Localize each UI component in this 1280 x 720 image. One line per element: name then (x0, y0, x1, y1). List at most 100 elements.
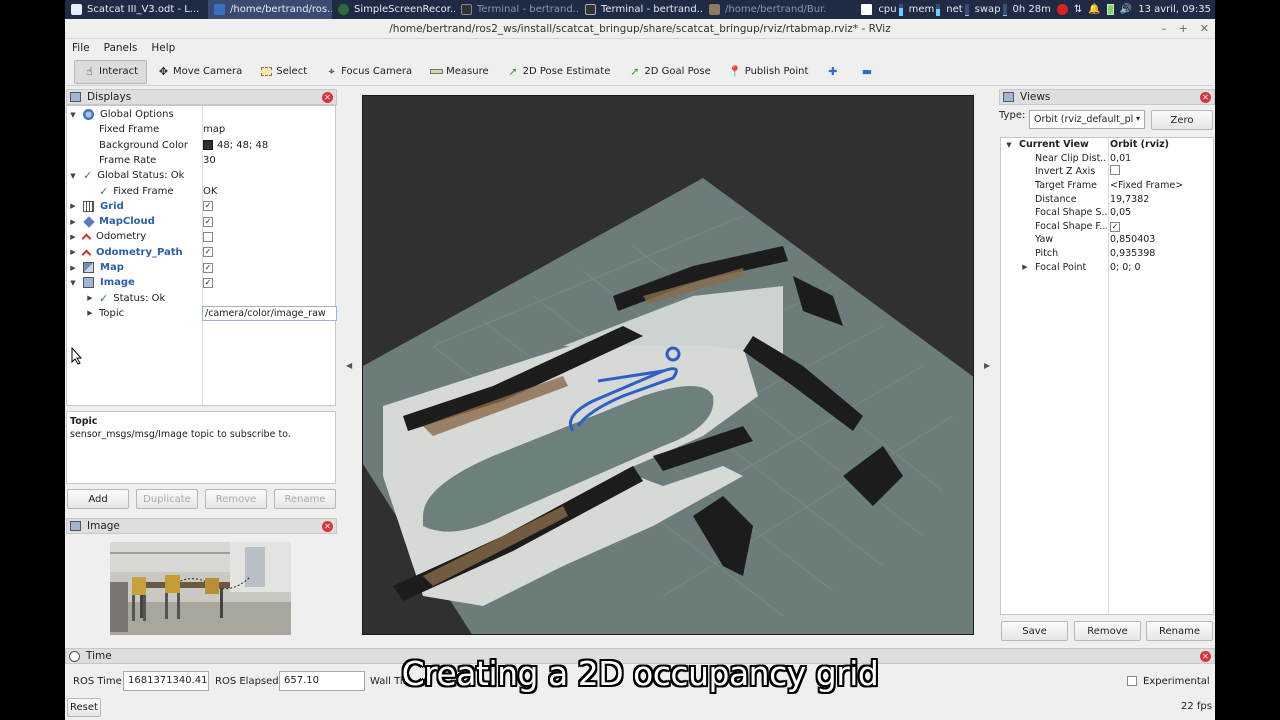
collapse-left-icon[interactable]: ◀ (346, 361, 352, 370)
view-property-row[interactable]: Pitch 0,935398 (1001, 247, 1215, 261)
display-row[interactable]: ▶ Topic/camera/color/image_raw (66, 305, 337, 321)
tool-2d-pose-estimate[interactable]: ➚ 2D Pose Estimate (499, 60, 619, 84)
collapse-arrow-icon[interactable]: ▼ (69, 172, 77, 180)
expand-arrow-icon[interactable]: ▶ (69, 264, 77, 272)
display-row[interactable]: ✓ Fixed Frame OK (66, 184, 336, 199)
display-row[interactable]: ▶ MapCloud ✓ (66, 214, 336, 229)
tool-measure[interactable]: Measure (422, 60, 497, 84)
view-property-row[interactable]: Invert Z Axis (1001, 165, 1215, 179)
clock-datetime[interactable]: 13 avril, 09:35 (1138, 4, 1211, 15)
display-row[interactable]: ▼ Image ✓ (66, 275, 336, 290)
expand-arrow-icon[interactable]: ▶ (86, 294, 94, 302)
expand-arrow-icon[interactable]: ▶ (69, 218, 77, 226)
view-property-row[interactable]: Distance 19,7382 (1001, 192, 1215, 206)
color-swatch[interactable] (203, 140, 213, 151)
view-property-row[interactable]: Near Clip Dist... 0,01 (1001, 152, 1215, 166)
save-view-button[interactable]: Save (1001, 621, 1068, 641)
display-row[interactable]: ▶ Odometry (66, 229, 336, 244)
display-value[interactable]: ✓ (203, 216, 213, 227)
display-row[interactable]: ▼ Global Options (66, 107, 336, 122)
enable-checkbox[interactable]: ✓ (203, 277, 213, 288)
expand-arrow-icon[interactable]: ▶ (69, 202, 77, 210)
expand-icon[interactable]: ▼ (1005, 141, 1013, 149)
display-value[interactable]: ✓ (203, 277, 213, 288)
expand-arrow-icon[interactable]: ▶ (69, 248, 77, 256)
tool-move-camera[interactable]: ✥ Move Camera (149, 60, 250, 84)
remove-view-button[interactable]: Remove (1074, 621, 1141, 641)
tool-select[interactable]: Select (252, 60, 315, 84)
display-row[interactable]: ▶ ✓ Status: Ok (66, 291, 336, 306)
add-button[interactable]: Add (67, 489, 129, 509)
image-panel-header: Image ✕ (66, 518, 337, 534)
view-type-select[interactable]: Orbit (rviz_default_pl ▾ (1029, 110, 1145, 129)
3d-viewport[interactable] (362, 95, 974, 635)
remove-tool-button[interactable]: ▬ (852, 60, 884, 84)
duplicate-button[interactable]: Duplicate (136, 489, 198, 509)
add-tool-button[interactable]: ✚ (818, 60, 850, 84)
record-icon[interactable] (1056, 4, 1068, 15)
rename-button[interactable]: Rename (274, 489, 336, 509)
network-icon[interactable]: ⇅ (1074, 4, 1082, 15)
collapse-arrow-icon[interactable]: ▼ (69, 279, 77, 287)
view-property-row[interactable]: Focal Shape S... 0,05 (1001, 206, 1215, 220)
taskbar-item-writer[interactable]: Scatcat III_V3.odt - L... (65, 0, 208, 19)
display-value[interactable]: /camera/color/image_raw (202, 305, 337, 321)
edit-icon[interactable] (861, 4, 873, 15)
maximize-icon[interactable]: + (1179, 19, 1188, 39)
view-property-row[interactable]: Focal Shape F... ✓ (1001, 220, 1215, 234)
close-icon[interactable]: ✕ (322, 521, 333, 532)
taskbar-item-files[interactable]: /home/bertrand/Bur... (703, 0, 827, 19)
expand-arrow-icon[interactable]: ▶ (86, 309, 94, 317)
collapse-arrow-icon[interactable]: ▼ (69, 111, 77, 119)
menu-panels[interactable]: Panels (104, 42, 138, 54)
taskbar-item-recorder[interactable]: SimpleScreenRecor... (332, 0, 455, 19)
tool-2d-goal-pose[interactable]: ➚ 2D Goal Pose (620, 60, 718, 84)
remove-button[interactable]: Remove (205, 489, 267, 509)
battery-icon[interactable] (1106, 4, 1114, 15)
display-value[interactable]: ✓ (203, 247, 213, 258)
display-row[interactable]: Fixed Frame map (66, 122, 336, 137)
enable-checkbox[interactable] (203, 231, 213, 242)
collapse-right-icon[interactable]: ▶ (984, 361, 990, 370)
expand-arrow-icon[interactable]: ▶ (1021, 263, 1029, 271)
close-icon[interactable]: ✕ (322, 92, 333, 103)
close-icon[interactable]: ✕ (1200, 19, 1209, 39)
rename-view-button[interactable]: Rename (1146, 621, 1213, 641)
expand-arrow-icon[interactable]: ▶ (69, 233, 77, 241)
display-row[interactable]: ▶ Odometry_Path ✓ (66, 245, 336, 260)
display-value[interactable] (203, 231, 213, 242)
enable-checkbox[interactable]: ✓ (203, 216, 213, 227)
view-checkbox[interactable] (1110, 165, 1120, 176)
view-property-row[interactable]: Yaw 0,850403 (1001, 233, 1215, 247)
display-row[interactable]: ▶ Map ✓ (66, 260, 336, 275)
enable-checkbox[interactable]: ✓ (203, 247, 213, 258)
tool-publish-point[interactable]: 📍 Publish Point (721, 60, 817, 84)
menu-help[interactable]: Help (151, 42, 175, 54)
view-property-key: Target Frame (1035, 180, 1098, 192)
menu-file[interactable]: File (72, 42, 90, 54)
display-value[interactable]: ✓ (203, 201, 213, 212)
display-row[interactable]: Background Color 48; 48; 48 (66, 138, 336, 153)
tool-focus-camera[interactable]: ⌖ Focus Camera (317, 60, 420, 84)
minimize-icon[interactable]: – (1161, 19, 1167, 39)
zero-button[interactable]: Zero (1151, 110, 1213, 130)
volume-icon[interactable]: 🔊 (1120, 4, 1132, 15)
close-icon[interactable]: ✕ (1200, 92, 1211, 103)
view-property-row[interactable]: ▶ Focal Point 0; 0; 0 (1001, 260, 1215, 274)
taskbar-item-terminal-2[interactable]: Terminal - bertrand... (579, 0, 703, 19)
tool-interact[interactable]: ☝ Interact (74, 59, 148, 84)
view-checkbox[interactable]: ✓ (1110, 221, 1120, 232)
display-row[interactable]: Frame Rate 30 (66, 153, 336, 168)
display-row[interactable]: ▶ Grid ✓ (66, 199, 336, 214)
taskbar-item-rviz[interactable]: /home/bertrand/ros... (208, 0, 332, 19)
display-value-text[interactable]: /camera/color/image_raw (202, 305, 337, 321)
current-view-row[interactable]: ▼ Current View Orbit (rviz) (1001, 138, 1215, 152)
notification-icon[interactable]: 🔔 (1088, 4, 1100, 15)
enable-checkbox[interactable]: ✓ (203, 262, 213, 273)
display-row[interactable]: ▼ ✓ Global Status: Ok (66, 168, 336, 183)
taskbar-item-terminal-1[interactable]: Terminal - bertrand... (455, 0, 579, 19)
display-value[interactable]: ✓ (203, 262, 213, 273)
view-property-row[interactable]: Target Frame <Fixed Frame> (1001, 179, 1215, 193)
enable-checkbox[interactable]: ✓ (203, 201, 213, 212)
reset-button[interactable]: Reset (67, 698, 101, 717)
